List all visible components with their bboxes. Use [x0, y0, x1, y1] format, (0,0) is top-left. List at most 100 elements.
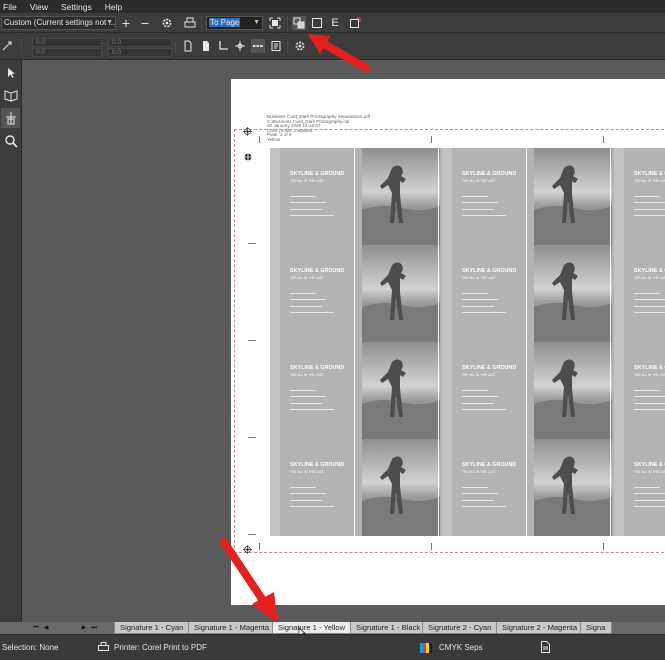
- print-options-button[interactable]: [160, 16, 174, 30]
- card-bleed-strip: [442, 342, 452, 439]
- card-tagline: THE ALL IN THE LAST: [290, 276, 324, 280]
- tab-signature-2-cyan[interactable]: Signature 2 - Cyan: [422, 622, 498, 634]
- tab-signature-2-magenta[interactable]: Signature 2 - Magenta: [496, 622, 582, 634]
- card-photo: [362, 148, 440, 245]
- card-bleed-strip: [614, 245, 624, 342]
- tab-signature-1-yellow[interactable]: Signature 1 - Yellow: [272, 622, 352, 634]
- callout-arrow-top: [308, 34, 370, 72]
- printer-icon: [98, 642, 109, 651]
- card-bleed-strip: [442, 439, 452, 536]
- printed-page: Business Card_Dark Photography Separatio…: [231, 79, 665, 605]
- size-width-field[interactable]: 0.0: [108, 38, 172, 47]
- card-tagline: THE ALL IN THE LAST: [462, 276, 496, 280]
- card-brand: SKYLINE & GROUND: [634, 462, 665, 468]
- crop-mark: [603, 136, 604, 143]
- menu-help[interactable]: Help: [105, 2, 122, 12]
- registration-target-mark: [244, 153, 253, 162]
- pick-tool[interactable]: [1, 63, 20, 83]
- invert-button[interactable]: [310, 16, 324, 30]
- card-text-line: [462, 487, 488, 488]
- position-x-field[interactable]: 0.0: [32, 38, 102, 47]
- mouse-cursor-icon: [298, 627, 306, 634]
- menu-file[interactable]: File: [3, 2, 17, 12]
- first-page-button[interactable]: ⏮: [32, 623, 40, 633]
- remove-preset-button[interactable]: −: [138, 15, 152, 31]
- business-card: SKYLINE & GROUND THE ALL IN THE LAST: [614, 245, 665, 342]
- tab-signature-1-magenta[interactable]: Signature 1 - Magenta: [188, 622, 274, 634]
- separations-status[interactable]: CMYK Seps: [439, 643, 483, 652]
- business-card: SKYLINE & GROUND THE ALL IN THE LAST: [442, 342, 614, 439]
- crop-marks-icon: [219, 41, 228, 50]
- card-text-line: [634, 215, 665, 216]
- color-separations-icon: [293, 17, 305, 29]
- position-tool-button[interactable]: [0, 39, 14, 53]
- zoom-select[interactable]: To Page ▼: [206, 16, 263, 30]
- menu-view[interactable]: View: [30, 2, 48, 12]
- card-text-line: [634, 209, 665, 210]
- tab-signature-1-cyan[interactable]: Signature 1 - Cyan: [114, 622, 190, 634]
- card-text-line: [462, 209, 494, 210]
- business-card: SKYLINE & GROUND THE ALL IN THE LAST: [614, 342, 665, 439]
- close-preview-button[interactable]: [348, 16, 362, 30]
- card-text-line: [462, 409, 506, 410]
- card-tagline: THE ALL IN THE LAST: [290, 470, 324, 474]
- marks-placement-tool[interactable]: [1, 108, 20, 128]
- print-button[interactable]: [183, 16, 197, 30]
- toolbar-separator: [287, 39, 288, 53]
- card-photo: [534, 439, 612, 536]
- card-text-line: [634, 312, 665, 313]
- enable-color-separations-button[interactable]: [292, 16, 306, 30]
- card-bleed-strip: [270, 342, 280, 439]
- mirror-button[interactable]: E: [328, 16, 342, 30]
- previous-page-button[interactable]: ◀: [42, 623, 50, 633]
- business-card: SKYLINE & GROUND THE ALL IN THE LAST: [614, 148, 665, 245]
- card-brand: SKYLINE & GROUND: [290, 268, 345, 274]
- card-tagline: THE ALL IN THE LAST: [462, 179, 496, 183]
- print-info-button[interactable]: [269, 39, 283, 53]
- last-page-button[interactable]: ⏭: [90, 623, 98, 633]
- color-bars-button[interactable]: [251, 39, 265, 53]
- full-screen-button[interactable]: [268, 16, 282, 30]
- card-photo: [362, 439, 440, 536]
- size-height-field[interactable]: 0.0: [108, 48, 172, 57]
- tab-signature-1-black[interactable]: Signature 1 - Black: [350, 622, 424, 634]
- business-card: SKYLINE & GROUND THE ALL IN THE LAST: [270, 245, 442, 342]
- position-y-field[interactable]: 0.0: [32, 48, 102, 57]
- registration-marks-button[interactable]: [233, 39, 247, 53]
- menu-settings[interactable]: Settings: [61, 2, 92, 12]
- add-preset-button[interactable]: +: [119, 15, 133, 31]
- card-text-line: [462, 202, 498, 203]
- page-setup-button[interactable]: [199, 39, 213, 53]
- card-tagline: THE ALL IN THE LAST: [290, 179, 324, 183]
- color-bars-icon: [253, 45, 263, 47]
- imposition-book-icon: [4, 90, 17, 102]
- close-preview-icon: [350, 17, 361, 28]
- card-tagline: THE ALL IN THE LAST: [462, 470, 496, 474]
- business-card: SKYLINE & GROUND THE ALL IN THE LAST: [442, 245, 614, 342]
- next-page-button[interactable]: ▶: [80, 623, 88, 633]
- zoom-tool[interactable]: [1, 131, 20, 151]
- tab-signature-2-yellow[interactable]: Signa: [580, 622, 612, 634]
- card-bleed-strip: [614, 439, 624, 536]
- page-orientation-button[interactable]: [181, 39, 195, 53]
- print-style-select[interactable]: Custom (Current settings not ... ▼: [1, 16, 116, 30]
- menu-bar: File View Settings Help: [0, 0, 665, 13]
- registration-mark: [243, 127, 252, 136]
- crop-marks-button[interactable]: [216, 39, 230, 53]
- minus-icon: −: [140, 15, 150, 31]
- crop-mark: [248, 437, 256, 438]
- registration-mark-icon: [235, 41, 245, 51]
- card-photo: [534, 148, 612, 245]
- printer-icon: [184, 17, 196, 28]
- card-text-line: [290, 299, 326, 300]
- cmyk-separations-icon: [420, 643, 432, 653]
- imposition-layout-tool[interactable]: [1, 85, 20, 105]
- card-brand: SKYLINE & GROUND: [290, 462, 345, 468]
- callout-arrow-bottom: [220, 538, 278, 624]
- toolbar-separator: [175, 39, 176, 53]
- printer-status[interactable]: Printer: Corel Print to PDF: [114, 643, 207, 652]
- card-bleed-strip: [270, 245, 280, 342]
- card-text-line: [462, 299, 498, 300]
- gear-icon: [162, 18, 172, 28]
- preview-workspace: Business Card_Dark Photography Separatio…: [22, 60, 665, 622]
